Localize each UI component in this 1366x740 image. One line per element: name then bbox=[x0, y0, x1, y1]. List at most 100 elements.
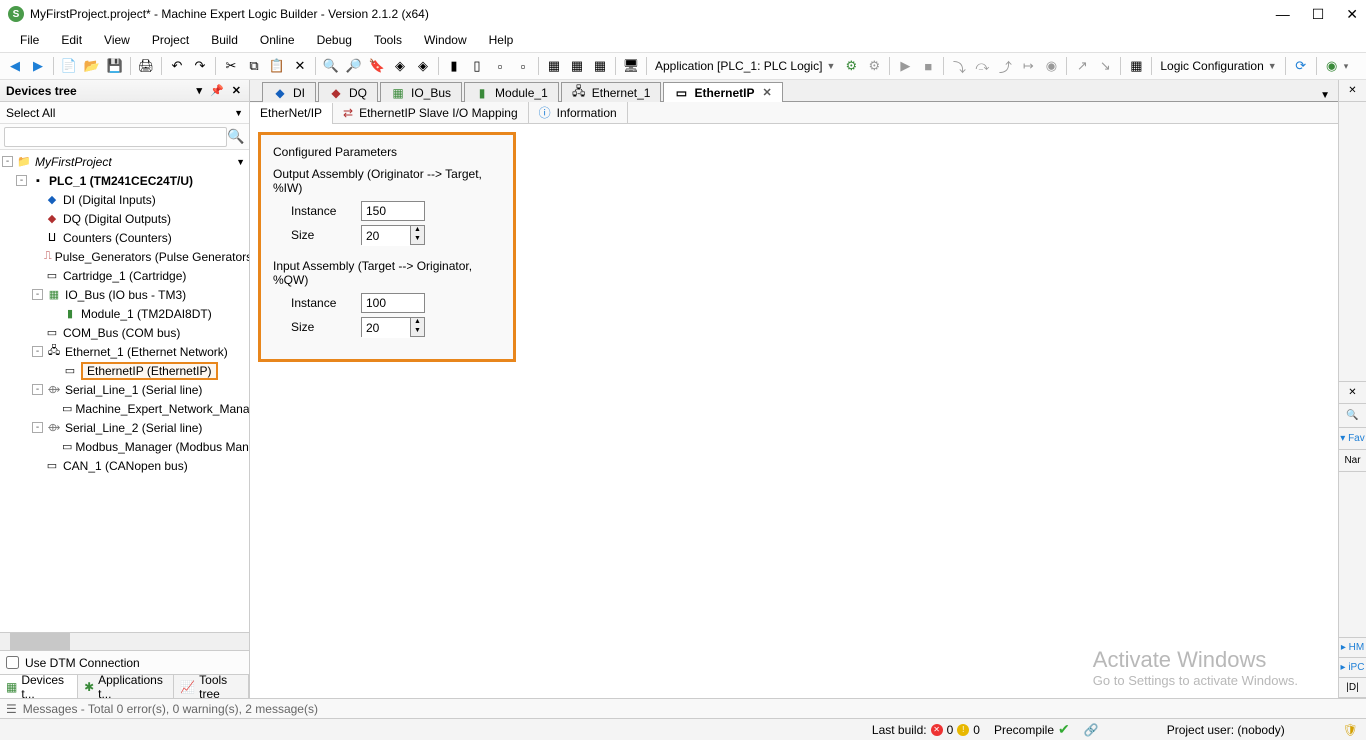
right-ipc-tab[interactable]: ▸ iPC bbox=[1339, 658, 1366, 678]
tree-di[interactable]: ◆ DI (Digital Inputs) bbox=[0, 190, 249, 209]
print-icon[interactable]: 🖨 bbox=[135, 55, 157, 77]
menu-window[interactable]: Window bbox=[414, 31, 477, 49]
panel1-icon[interactable]: ▦ bbox=[543, 55, 565, 77]
menu-tools[interactable]: Tools bbox=[364, 31, 412, 49]
close-button[interactable]: ✕ bbox=[1346, 6, 1358, 23]
tree-can[interactable]: ▭ CAN_1 (CANopen bus) bbox=[0, 456, 249, 475]
delete-icon[interactable]: ✕ bbox=[289, 55, 311, 77]
pin-icon[interactable]: 📌 bbox=[208, 84, 226, 97]
right-d-tab[interactable]: |D| bbox=[1339, 678, 1366, 698]
maximize-button[interactable]: ☐ bbox=[1312, 6, 1325, 23]
right-search-icon[interactable]: 🔍 bbox=[1339, 404, 1366, 428]
in-size-input[interactable] bbox=[362, 318, 410, 338]
stop-icon[interactable]: ■ bbox=[917, 55, 939, 77]
messages-bar[interactable]: ☰ Messages - Total 0 error(s), 0 warning… bbox=[0, 698, 1366, 718]
out-size-spinner[interactable]: ▲▼ bbox=[361, 225, 425, 245]
spin-down-icon[interactable]: ▼ bbox=[411, 235, 424, 244]
menu-debug[interactable]: Debug bbox=[307, 31, 362, 49]
panel-close-icon[interactable]: ✕ bbox=[230, 84, 243, 97]
tree-pulse[interactable]: ⎍ Pulse_Generators (Pulse Generators) bbox=[0, 247, 249, 266]
undo-icon[interactable]: ↶ bbox=[166, 55, 188, 77]
tab-iobus[interactable]: ▦IO_Bus bbox=[380, 82, 462, 102]
out-size-input[interactable] bbox=[362, 226, 410, 246]
find-icon[interactable]: 🔍 bbox=[320, 55, 342, 77]
dtm-checkbox[interactable] bbox=[6, 656, 19, 669]
step-out-icon[interactable]: ⤴ bbox=[994, 55, 1016, 77]
clean-all-icon[interactable]: ▫ bbox=[512, 55, 534, 77]
tree-ethernetip[interactable]: ▭ EthernetIP (EthernetIP) bbox=[0, 361, 249, 380]
refresh-icon[interactable]: ⟳ bbox=[1290, 55, 1312, 77]
spin-down-icon[interactable]: ▼ bbox=[411, 327, 424, 336]
device-icon[interactable]: 🖥 bbox=[620, 55, 642, 77]
new-icon[interactable]: 📄 bbox=[58, 55, 80, 77]
menu-file[interactable]: File bbox=[10, 31, 49, 49]
cfg-icon[interactable]: ▦ bbox=[1125, 55, 1147, 77]
tree-serial2[interactable]: - ⟴ Serial_Line_2 (Serial line) bbox=[0, 418, 249, 437]
trace-icon[interactable]: ↗ bbox=[1071, 55, 1093, 77]
subtab-ethernetip[interactable]: EtherNet/IP bbox=[250, 103, 333, 125]
right-nar-tab[interactable]: Nar bbox=[1339, 450, 1366, 472]
spin-up-icon[interactable]: ▲ bbox=[411, 226, 424, 235]
paste-icon[interactable]: 📋 bbox=[266, 55, 288, 77]
app-context-dropdown[interactable]: Application [PLC_1: PLC Logic] ▼ bbox=[651, 59, 839, 73]
tree-cartridge[interactable]: ▭ Cartridge_1 (Cartridge) bbox=[0, 266, 249, 285]
tree-counters[interactable]: ⵡ Counters (Counters) bbox=[0, 228, 249, 247]
tree-dq[interactable]: ◆ DQ (Digital Outputs) bbox=[0, 209, 249, 228]
panel-dropdown-icon[interactable]: ▾ bbox=[195, 84, 205, 97]
right-fav-tab[interactable]: ▾ Fav bbox=[1339, 428, 1366, 450]
shield-icon[interactable]: 🛡 bbox=[1343, 723, 1358, 737]
devices-tree[interactable]: - 📁 MyFirstProject ▼ - ▪ PLC_1 (TM241CEC… bbox=[0, 150, 249, 632]
menu-online[interactable]: Online bbox=[250, 31, 305, 49]
in-instance-input[interactable] bbox=[361, 293, 425, 313]
nav-back-icon[interactable]: ◀ bbox=[4, 55, 26, 77]
tree-hscrollbar[interactable] bbox=[0, 632, 249, 650]
tab-devices-tree[interactable]: ▦Devices t... bbox=[0, 675, 78, 698]
clean-icon[interactable]: ▫ bbox=[489, 55, 511, 77]
in-size-spinner[interactable]: ▲▼ bbox=[361, 317, 425, 337]
tab-close-icon[interactable]: ✕ bbox=[762, 86, 771, 99]
cut-icon[interactable]: ✂ bbox=[220, 55, 242, 77]
menu-edit[interactable]: Edit bbox=[51, 31, 92, 49]
tree-iobus[interactable]: - ▦ IO_Bus (IO bus - TM3) bbox=[0, 285, 249, 304]
minimize-button[interactable]: — bbox=[1276, 6, 1290, 22]
copy-icon[interactable]: ⧉ bbox=[243, 55, 265, 77]
panel2-icon[interactable]: ▦ bbox=[566, 55, 588, 77]
tab-ethernet1[interactable]: 🖧Ethernet_1 bbox=[561, 82, 662, 102]
trace2-icon[interactable]: ↘ bbox=[1094, 55, 1116, 77]
build-icon[interactable]: ▮ bbox=[443, 55, 465, 77]
tree-serial1[interactable]: - ⟴ Serial_Line_1 (Serial line) bbox=[0, 380, 249, 399]
search-icon[interactable]: 🔍 bbox=[227, 128, 245, 145]
collapse-icon[interactable]: - bbox=[32, 422, 43, 433]
tab-ethernetip[interactable]: ▭EthernetIP✕ bbox=[663, 82, 782, 102]
right-hm-tab[interactable]: ▸ HM bbox=[1339, 638, 1366, 658]
tree-menm[interactable]: ▭ Machine_Expert_Network_Manage bbox=[0, 399, 249, 418]
select-all-row[interactable]: Select All ▼ bbox=[0, 102, 249, 124]
tab-module1[interactable]: ▮Module_1 bbox=[464, 82, 559, 102]
tab-tools-tree[interactable]: 📈Tools tree bbox=[174, 675, 249, 698]
save-icon[interactable]: 💾 bbox=[104, 55, 126, 77]
step-into-icon[interactable]: ⤵ bbox=[948, 55, 970, 77]
menu-help[interactable]: Help bbox=[479, 31, 524, 49]
right-close-icon[interactable]: ✕ bbox=[1339, 80, 1366, 102]
bookmark-next-icon[interactable]: ◈ bbox=[412, 55, 434, 77]
logout-icon[interactable]: ⚙ bbox=[863, 55, 885, 77]
find-next-icon[interactable]: 🔎 bbox=[343, 55, 365, 77]
breakpoint-icon[interactable]: ◉ bbox=[1040, 55, 1062, 77]
tree-plc[interactable]: - ▪ PLC_1 (TM241CEC24T/U) bbox=[0, 171, 249, 190]
right-close2-icon[interactable]: ✕ bbox=[1339, 382, 1366, 404]
collapse-icon[interactable]: - bbox=[2, 156, 13, 167]
chevron-down-icon[interactable]: ▼ bbox=[236, 157, 249, 167]
collapse-icon[interactable]: - bbox=[32, 346, 43, 357]
tab-di[interactable]: ◆DI bbox=[262, 82, 316, 102]
collapse-icon[interactable]: - bbox=[32, 384, 43, 395]
status-icon[interactable]: ◉ bbox=[1321, 55, 1343, 77]
open-icon[interactable]: 📂 bbox=[81, 55, 103, 77]
collapse-icon[interactable]: - bbox=[32, 289, 43, 300]
tab-applications-tree[interactable]: ✱Applications t... bbox=[78, 675, 174, 698]
logic-config-dropdown[interactable]: Logic Configuration ▼ bbox=[1156, 59, 1280, 73]
tree-combus[interactable]: ▭ COM_Bus (COM bus) bbox=[0, 323, 249, 342]
subtab-io-mapping[interactable]: ⇄EthernetIP Slave I/O Mapping bbox=[333, 102, 529, 124]
run-icon[interactable]: ▶ bbox=[894, 55, 916, 77]
tree-search-input[interactable] bbox=[4, 127, 227, 147]
bookmark-icon[interactable]: 🔖 bbox=[366, 55, 388, 77]
